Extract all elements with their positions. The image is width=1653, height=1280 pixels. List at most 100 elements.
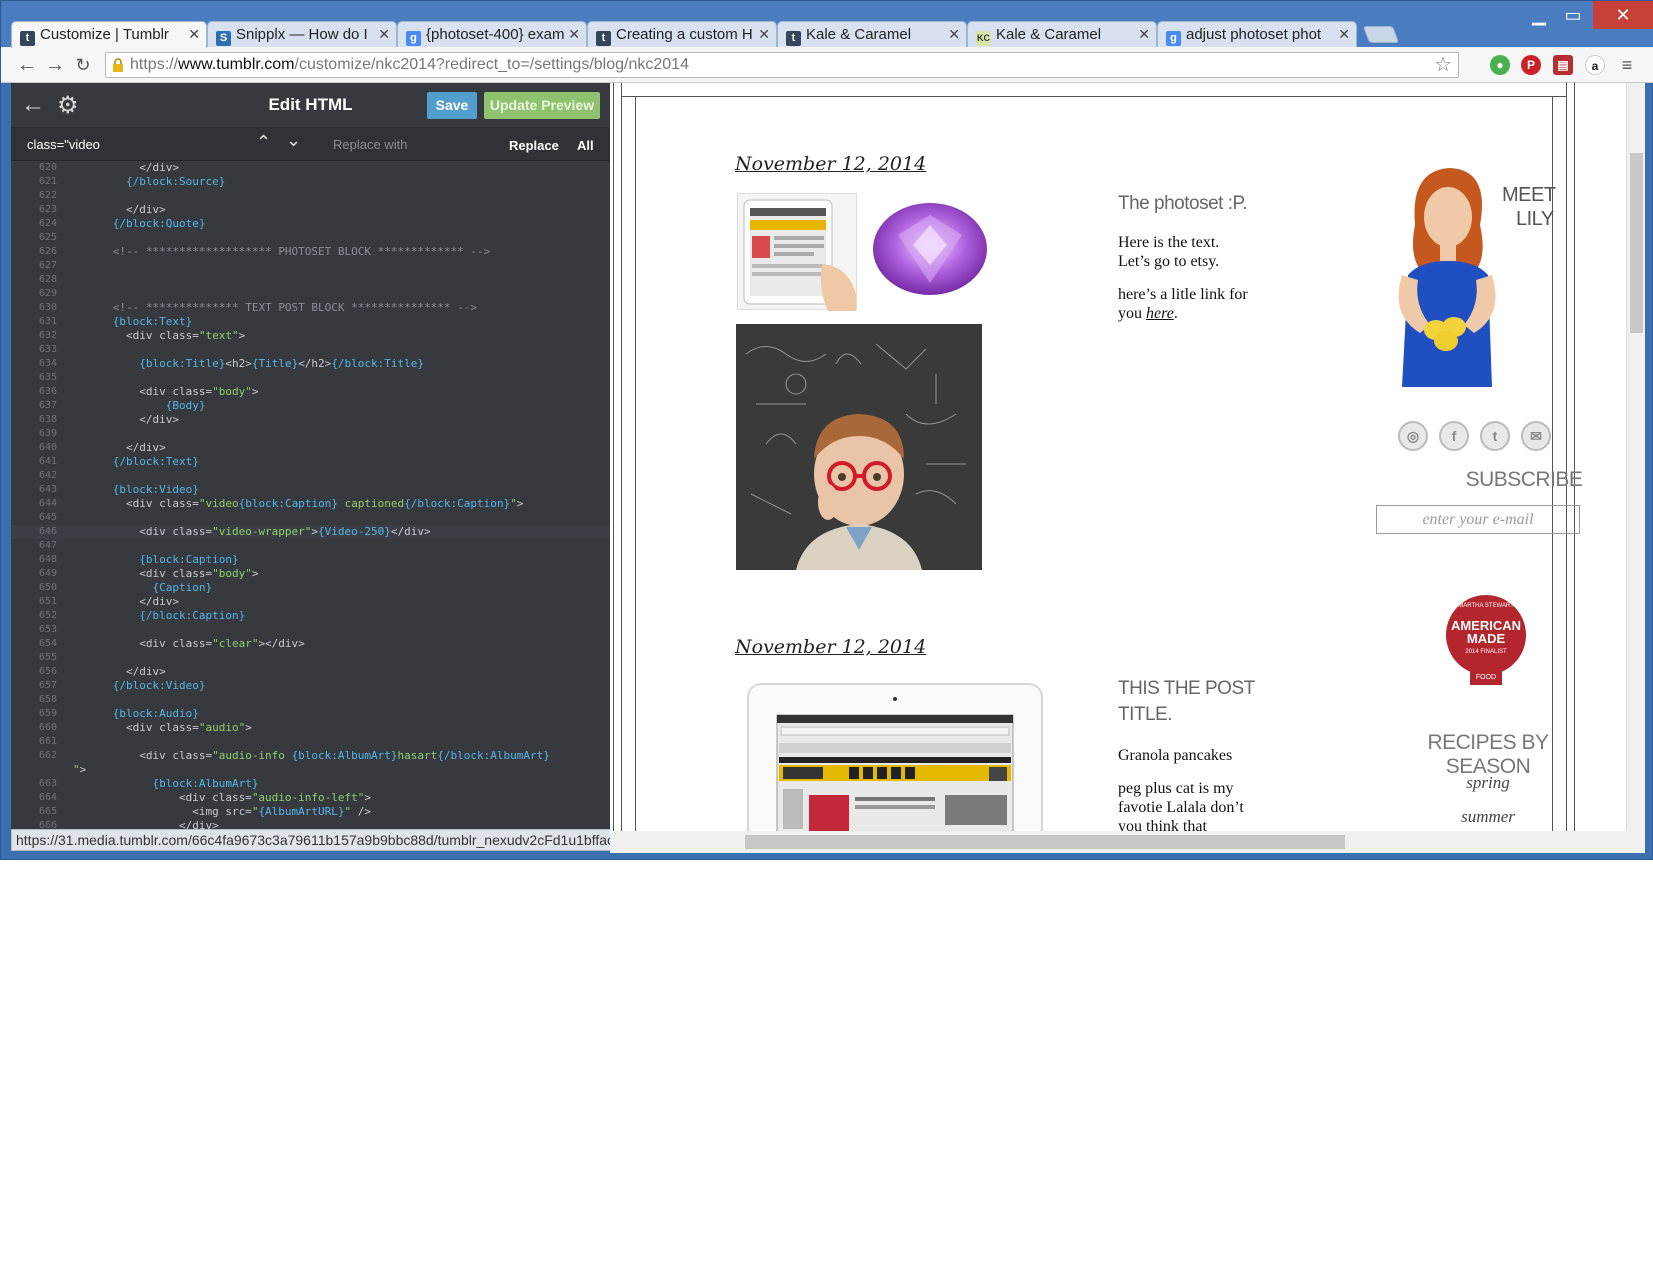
close-tab-icon[interactable]: ✕ [188, 26, 200, 43]
close-tab-icon[interactable]: ✕ [568, 26, 580, 43]
find-input[interactable]: class="video [17, 132, 317, 158]
pinterest-extension-icon[interactable]: P [1521, 55, 1541, 75]
code-line[interactable]: 664 <div class="audio-info-left"> [11, 791, 610, 805]
code-line[interactable]: 633 [11, 343, 610, 357]
scrollbar-thumb[interactable] [1630, 153, 1643, 333]
replace-all-button[interactable]: All [577, 138, 594, 153]
tab-kale-caramel-2[interactable]: KC Kale & Caramel ✕ [967, 21, 1157, 47]
code-line[interactable]: 640 </div> [11, 441, 610, 455]
code-line[interactable]: 661 [11, 735, 610, 749]
bookmark-star-icon[interactable]: ☆ [1434, 53, 1452, 77]
code-line[interactable]: 625 [11, 231, 610, 245]
maximize-icon[interactable]: ▭ [1557, 1, 1589, 29]
code-line[interactable]: 630 <!-- ************** TEXT POST BLOCK … [11, 301, 610, 315]
code-line[interactable]: 621 {/block:Source} [11, 175, 610, 189]
evernote-extension-icon[interactable]: ● [1490, 55, 1510, 75]
scrollbar-thumb[interactable] [745, 835, 1345, 849]
code-line[interactable]: 641 {/block:Text} [11, 455, 610, 469]
minimize-icon[interactable]: ▁ [1523, 1, 1555, 29]
close-tab-icon[interactable]: ✕ [1338, 26, 1350, 43]
chevron-down-icon[interactable]: ⌄ [286, 130, 301, 151]
code-line[interactable]: 646 <div class="video-wrapper">{Video-25… [11, 525, 610, 539]
code-line[interactable]: 662 <div class="audio-info {block:AlbumA… [11, 749, 610, 763]
american-made-badge[interactable]: MARTHA STEWART AMERICAN MADE 2014 FINALI… [1446, 595, 1526, 675]
photoset-image-boy-chalkboard[interactable] [736, 324, 982, 570]
code-line[interactable]: 644 <div class="video{block:Caption} cap… [11, 497, 610, 511]
code-line[interactable]: 660 <div class="audio"> [11, 721, 610, 735]
menu-icon[interactable]: ≡ [1617, 55, 1637, 75]
tab-customize-tumblr[interactable]: t Customize | Tumblr ✕ [11, 21, 207, 48]
post-date[interactable]: November 12, 2014 [735, 636, 926, 658]
close-tab-icon[interactable]: ✕ [378, 26, 390, 43]
close-tab-icon[interactable]: ✕ [948, 26, 960, 43]
preview-vertical-scrollbar[interactable] [1626, 83, 1645, 831]
facebook-icon[interactable]: f [1439, 421, 1469, 451]
code-line[interactable]: 659 {block:Audio} [11, 707, 610, 721]
code-line[interactable]: 657 {/block:Video} [11, 679, 610, 693]
code-line[interactable]: 663 {block:AlbumArt} [11, 777, 610, 791]
code-line[interactable]: 648 {block:Caption} [11, 553, 610, 567]
save-extension-icon[interactable]: ▤ [1553, 55, 1573, 75]
back-arrow-icon[interactable]: ← [15, 53, 39, 77]
code-line[interactable]: 626 <!-- ******************* PHOTOSET BL… [11, 245, 610, 259]
code-line[interactable]: 656 </div> [11, 665, 610, 679]
code-line[interactable]: 632 <div class="text"> [11, 329, 610, 343]
code-line[interactable]: 635 [11, 371, 610, 385]
code-line[interactable]: 643 {block:Video} [11, 483, 610, 497]
reload-icon[interactable]: ↻ [71, 53, 95, 77]
preview-horizontal-scrollbar[interactable] [610, 831, 1645, 853]
code-line[interactable]: 649 <div class="body"> [11, 567, 610, 581]
code-line[interactable]: 628 [11, 273, 610, 287]
code-line[interactable]: 634 {block:Title}<h2>{Title}</h2>{/block… [11, 357, 610, 371]
tab-photoset-example[interactable]: g {photoset-400} exam ✕ [397, 21, 587, 47]
new-tab-button[interactable] [1362, 26, 1400, 43]
forward-arrow-icon[interactable]: → [43, 53, 67, 77]
code-line[interactable]: 666 </div> [11, 819, 610, 829]
code-line[interactable]: 629 [11, 287, 610, 301]
code-line[interactable]: 647 [11, 539, 610, 553]
code-line[interactable]: 650 {Caption} [11, 581, 610, 595]
code-line[interactable]: 631 {block:Text} [11, 315, 610, 329]
code-line[interactable]: "> [11, 763, 610, 777]
email-subscribe-input[interactable]: enter your e-mail [1376, 505, 1580, 534]
code-line[interactable]: 636 <div class="body"> [11, 385, 610, 399]
code-line[interactable]: 638 </div> [11, 413, 610, 427]
code-line[interactable]: 651 </div> [11, 595, 610, 609]
author-photo[interactable] [1380, 165, 1514, 387]
instagram-icon[interactable]: ◎ [1398, 421, 1428, 451]
close-tab-icon[interactable]: ✕ [1138, 26, 1150, 43]
tab-creating-custom[interactable]: t Creating a custom H ✕ [587, 21, 777, 47]
code-line[interactable]: 623 </div> [11, 203, 610, 217]
code-line[interactable]: 658 [11, 693, 610, 707]
photoset-image-ipad[interactable] [737, 193, 857, 311]
post-image-ipad-designobserver[interactable] [747, 683, 1043, 831]
code-line[interactable]: 622 [11, 189, 610, 203]
season-link-summer[interactable]: summer [1388, 807, 1588, 827]
code-line[interactable]: 627 [11, 259, 610, 273]
tab-snipplx[interactable]: S Snipplx — How do I ✕ [207, 21, 397, 47]
code-line[interactable]: 620 </div> [11, 161, 610, 175]
email-icon[interactable]: ✉ [1521, 421, 1551, 451]
tab-kale-caramel-1[interactable]: t Kale & Caramel ✕ [777, 21, 967, 47]
close-tab-icon[interactable]: ✕ [758, 26, 770, 43]
tab-adjust-photoset[interactable]: g adjust photoset phot ✕ [1157, 21, 1357, 47]
replace-input[interactable]: Replace with [323, 132, 503, 158]
code-area[interactable]: 620 </div> 621 {/block:Source} 622 623 </di… [11, 161, 610, 829]
twitter-icon[interactable]: t [1480, 421, 1510, 451]
code-line[interactable]: 639 [11, 427, 610, 441]
code-line[interactable]: 642 [11, 469, 610, 483]
update-preview-button[interactable]: Update Preview [484, 92, 600, 119]
code-line[interactable]: 654 <div class="clear"></div> [11, 637, 610, 651]
chevron-up-icon[interactable]: ⌃ [256, 132, 271, 153]
amazon-extension-icon[interactable]: a [1585, 55, 1605, 75]
code-line[interactable]: 624 {/block:Quote} [11, 217, 610, 231]
code-line[interactable]: 652 {/block:Caption} [11, 609, 610, 623]
code-line[interactable]: 665 <img src="{AlbumArtURL}" /> [11, 805, 610, 819]
photoset-image-gem[interactable] [868, 195, 993, 303]
replace-button[interactable]: Replace [509, 138, 559, 153]
address-bar[interactable]: https://www.tumblr.com/customize/nkc2014… [105, 52, 1459, 78]
code-line[interactable]: 655 [11, 651, 610, 665]
close-window-icon[interactable]: ✕ [1593, 1, 1653, 29]
code-line[interactable]: 637 {Body} [11, 399, 610, 413]
code-line[interactable]: 645 [11, 511, 610, 525]
